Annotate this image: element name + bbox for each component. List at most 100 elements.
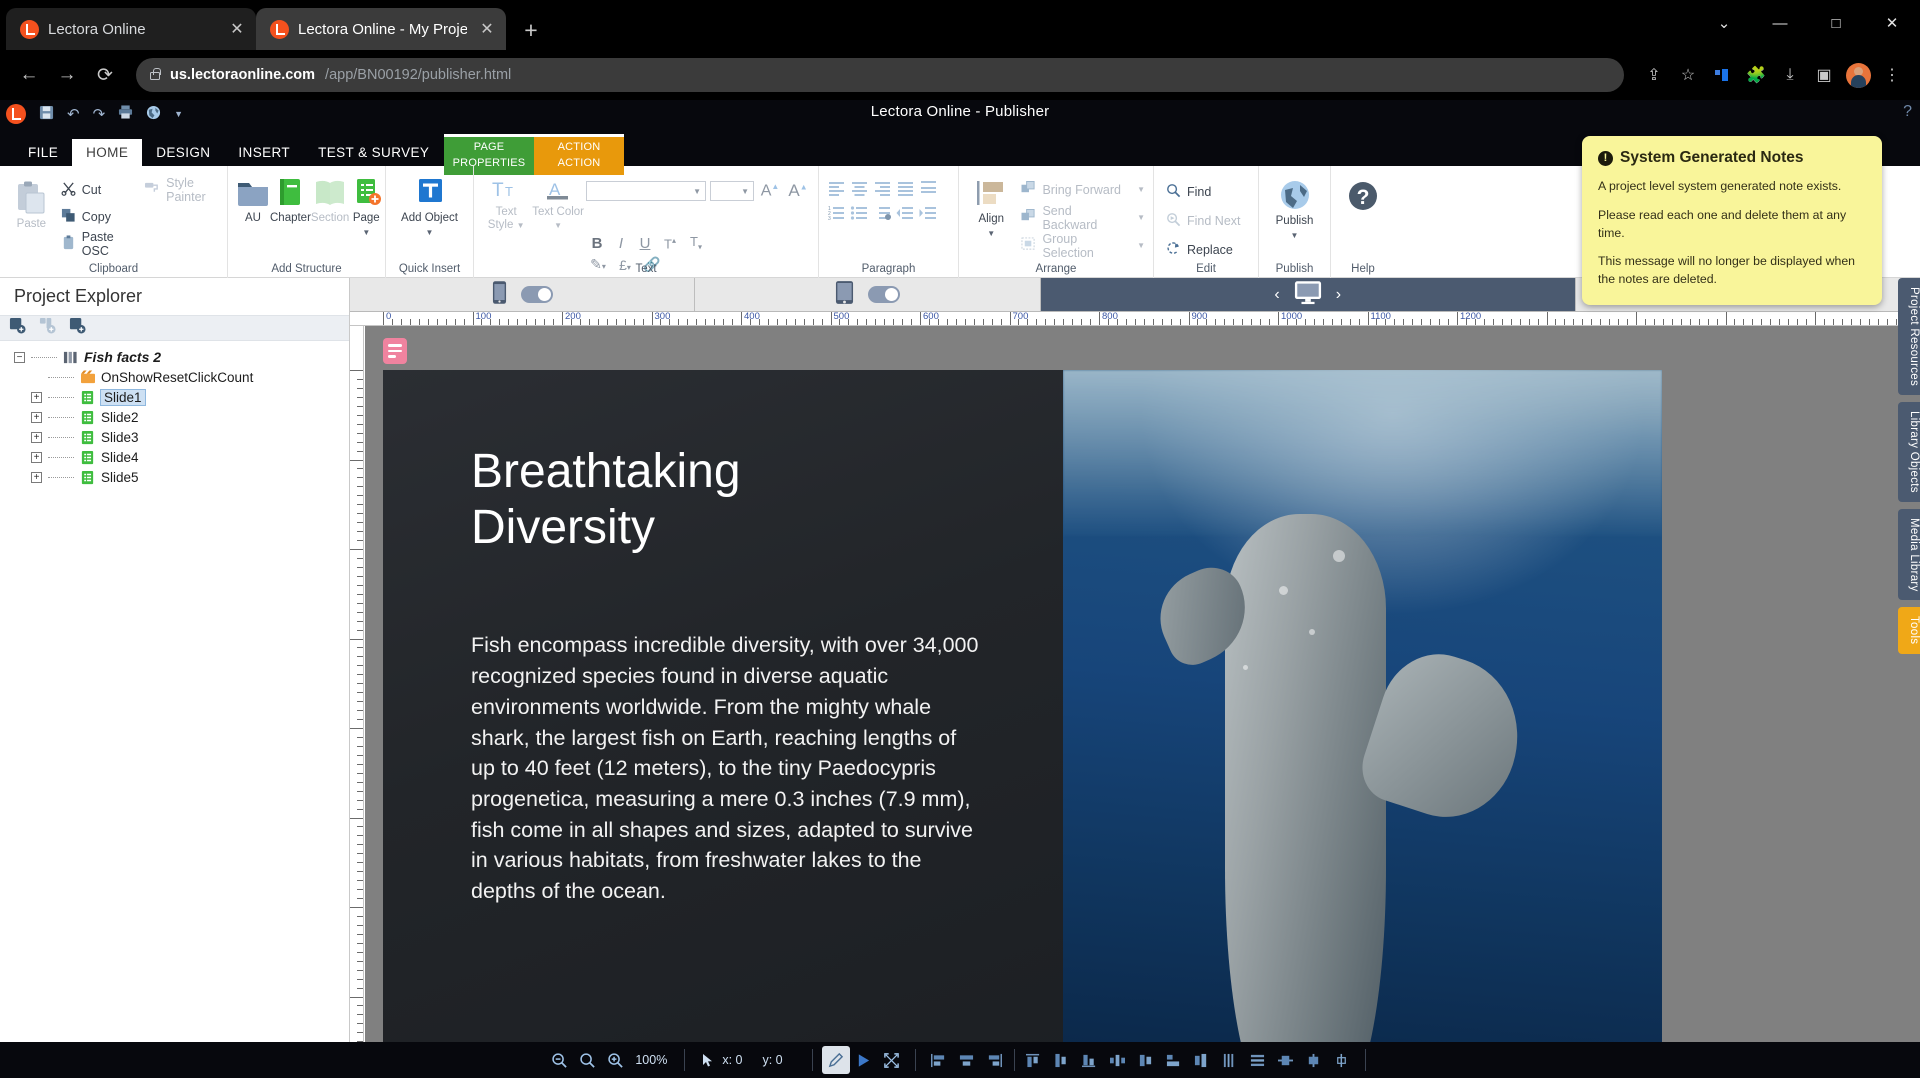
increase-indent-icon[interactable] bbox=[919, 205, 938, 224]
subscript-button[interactable]: T▾ bbox=[684, 234, 708, 252]
browser-tab-2[interactable]: Lectora Online - My Projects/Fish ✕ bbox=[256, 8, 506, 50]
align-top-icon[interactable] bbox=[1020, 1046, 1048, 1074]
collapse-expander[interactable]: − bbox=[14, 351, 25, 363]
add-section-button[interactable]: Section bbox=[311, 171, 349, 278]
distribute-v-icon[interactable] bbox=[1132, 1046, 1160, 1074]
expand-expander[interactable]: + bbox=[31, 431, 42, 443]
same-height-icon[interactable] bbox=[1188, 1046, 1216, 1074]
decrease-indent-icon[interactable] bbox=[896, 205, 915, 224]
edit-pencil-icon[interactable] bbox=[821, 1046, 850, 1074]
system-generated-notes-popup[interactable]: ! System Generated Notes A project level… bbox=[1582, 136, 1882, 306]
new-tab-button[interactable]: + bbox=[516, 17, 546, 44]
chevron-down-icon[interactable]: ▼ bbox=[362, 228, 370, 237]
expand-expander[interactable]: + bbox=[31, 391, 42, 403]
extensions-icon[interactable]: 🧩 bbox=[1740, 59, 1772, 91]
justify-icon[interactable] bbox=[896, 180, 915, 199]
zoom-out-icon[interactable] bbox=[545, 1046, 573, 1074]
tree-node-slide5[interactable]: + Slide5 bbox=[31, 467, 349, 487]
device-desktop[interactable]: ‹ › bbox=[1040, 278, 1576, 311]
line-spacing-icon[interactable] bbox=[919, 180, 938, 199]
align-center-h-icon[interactable] bbox=[953, 1046, 981, 1074]
shrink-font-button[interactable]: A▲ bbox=[786, 181, 810, 201]
align-center-icon[interactable] bbox=[850, 180, 869, 199]
italic-button[interactable]: I bbox=[610, 235, 632, 252]
align-button[interactable]: Align ▼ bbox=[967, 171, 1015, 278]
add-au-button[interactable]: AU bbox=[236, 171, 270, 278]
expand-expander[interactable]: + bbox=[31, 471, 42, 483]
font-family-select[interactable]: ▼ bbox=[586, 181, 706, 201]
slide-image[interactable] bbox=[1063, 370, 1662, 1042]
expand-expander[interactable]: + bbox=[31, 411, 42, 423]
bookmark-star-icon[interactable]: ☆ bbox=[1672, 59, 1704, 91]
ribbon-tab-file[interactable]: FILE bbox=[14, 139, 72, 166]
expand-expander[interactable]: + bbox=[31, 451, 42, 463]
forward-icon[interactable]: → bbox=[50, 58, 84, 92]
chevron-down-icon[interactable]: ⌄ bbox=[1696, 14, 1752, 32]
browser-tab-1[interactable]: Lectora Online ✕ bbox=[6, 8, 256, 50]
center-v-icon[interactable] bbox=[1300, 1046, 1328, 1074]
underline-button[interactable]: U bbox=[634, 235, 656, 252]
same-size-icon[interactable] bbox=[1216, 1046, 1244, 1074]
grow-font-button[interactable]: A▲ bbox=[758, 182, 782, 200]
center-h-icon[interactable] bbox=[1272, 1046, 1300, 1074]
text-style-button[interactable]: TT Text Style ▼ bbox=[482, 171, 530, 232]
ribbon-tab-home[interactable]: HOME bbox=[72, 139, 143, 166]
paste-osc-button[interactable]: Paste OSC bbox=[61, 230, 128, 258]
cut-button[interactable]: Cut bbox=[61, 178, 128, 201]
reload-icon[interactable]: ⟳ bbox=[88, 58, 122, 92]
numbered-list-icon[interactable]: 123 bbox=[827, 205, 846, 224]
maximize-button[interactable]: □ bbox=[1808, 15, 1864, 32]
bullet-list-icon[interactable] bbox=[850, 205, 869, 224]
align-middle-icon[interactable] bbox=[1048, 1046, 1076, 1074]
play-preview-icon[interactable] bbox=[850, 1046, 878, 1074]
sidepanel-icon[interactable]: ▣ bbox=[1808, 59, 1840, 91]
distribute-h-icon[interactable] bbox=[1104, 1046, 1132, 1074]
tree-node-slide3[interactable]: + Slide3 bbox=[31, 427, 349, 447]
add-object-button[interactable]: Add Object ▼ bbox=[394, 171, 465, 278]
rail-tab-library-objects[interactable]: Library Objects bbox=[1898, 402, 1920, 502]
font-size-select[interactable]: ▼ bbox=[710, 181, 754, 201]
more-menu-icon[interactable]: ⋮ bbox=[1876, 59, 1908, 91]
share-icon[interactable]: ⇪ bbox=[1638, 59, 1670, 91]
help-button[interactable]: ? bbox=[1339, 171, 1387, 278]
downloads-icon[interactable]: ⤓ bbox=[1774, 59, 1806, 91]
tree-node-slide1[interactable]: + Slide1 bbox=[31, 387, 349, 407]
close-icon[interactable]: ✕ bbox=[226, 19, 248, 39]
add-chapter-button[interactable]: Chapter bbox=[270, 171, 311, 278]
superscript-button[interactable]: T▴ bbox=[658, 236, 682, 251]
phone-portrait-toggle[interactable] bbox=[520, 286, 553, 303]
chevron-down-icon[interactable]: ▼ bbox=[1291, 231, 1299, 240]
slide-stage[interactable]: Breathtaking Diversity Fish encompass in… bbox=[365, 326, 1920, 1042]
tree-node-fish-facts-2[interactable]: − Fish facts 2 bbox=[14, 347, 349, 367]
chevron-down-icon[interactable]: ▼ bbox=[987, 229, 995, 238]
zoom-fit-icon[interactable] bbox=[573, 1046, 601, 1074]
horizontal-ruler[interactable]: 0 100 200 300 400 500 600 700 800 900 1000 1100 1200 bbox=[350, 312, 1920, 326]
tree-node-slide4[interactable]: + Slide4 bbox=[31, 447, 349, 467]
same-width-icon[interactable] bbox=[1160, 1046, 1188, 1074]
bring-forward-button[interactable]: Bring Forward ▼ bbox=[1021, 178, 1145, 201]
chevron-down-icon[interactable]: ▼ bbox=[426, 228, 434, 237]
device-tablet-portrait[interactable] bbox=[695, 278, 1041, 311]
publish-button[interactable]: Publish ▼ bbox=[1267, 171, 1322, 278]
chevron-left-icon[interactable]: ‹ bbox=[1274, 286, 1279, 304]
back-icon[interactable]: ← bbox=[12, 58, 46, 92]
add-page-icon[interactable] bbox=[9, 317, 26, 339]
send-backward-button[interactable]: Send Backward ▼ bbox=[1021, 204, 1145, 232]
ribbon-tab-test-survey[interactable]: TEST & SURVEY bbox=[304, 139, 443, 166]
find-next-button[interactable]: Find Next bbox=[1166, 209, 1241, 232]
add-section-icon[interactable] bbox=[39, 317, 56, 339]
slide-body-text[interactable]: Fish encompass incredible diversity, wit… bbox=[471, 630, 983, 907]
replace-button[interactable]: Replace bbox=[1166, 238, 1241, 261]
zoom-in-icon[interactable] bbox=[601, 1046, 629, 1074]
align-right-icon[interactable] bbox=[981, 1046, 1009, 1074]
ribbon-tab-design[interactable]: DESIGN bbox=[142, 139, 224, 166]
zoom-level[interactable]: 100% bbox=[635, 1053, 667, 1067]
vertical-ruler[interactable] bbox=[350, 326, 364, 1042]
slide-canvas[interactable]: Breathtaking Diversity Fish encompass in… bbox=[383, 370, 1662, 1042]
tablet-portrait-toggle[interactable] bbox=[868, 286, 901, 303]
chevron-right-icon[interactable]: › bbox=[1336, 286, 1341, 304]
rail-tab-project-resources[interactable]: Project Resources bbox=[1898, 278, 1920, 396]
add-chapter-icon[interactable] bbox=[69, 317, 86, 339]
group-selection-button[interactable]: Group Selection ▼ bbox=[1021, 232, 1145, 260]
align-objects-icon[interactable] bbox=[1328, 1046, 1356, 1074]
